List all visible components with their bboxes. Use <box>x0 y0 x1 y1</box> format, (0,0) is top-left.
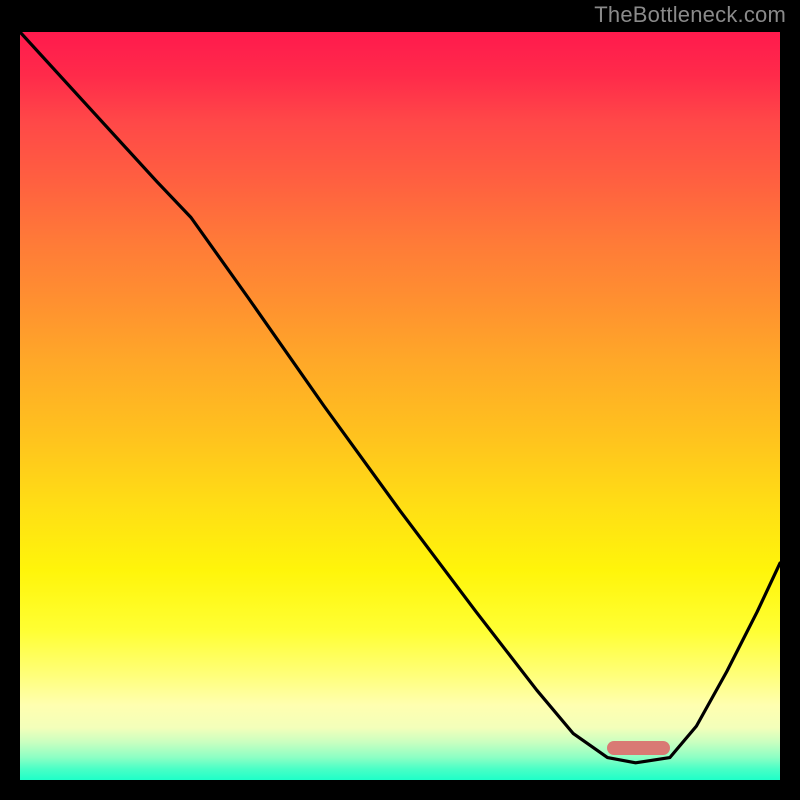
bottleneck-curve <box>20 32 780 780</box>
optimal-range-marker <box>607 741 669 755</box>
watermark-text: TheBottleneck.com <box>594 2 786 28</box>
